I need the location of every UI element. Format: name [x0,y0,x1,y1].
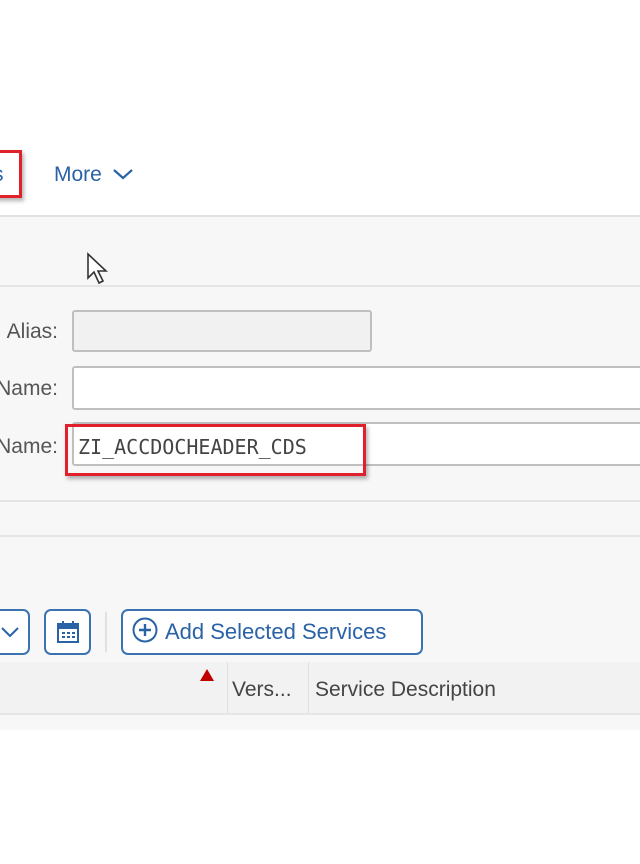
name-label: Name: [0,377,58,400]
add-circle-icon [131,616,159,649]
dropdown-button[interactable] [0,609,30,655]
toolbar-separator [105,612,107,652]
highlighted-button[interactable]: s [0,150,22,198]
divider [0,500,640,502]
chevron-down-icon [0,625,20,644]
column-header-service[interactable] [0,662,227,713]
sort-ascending-icon [200,668,214,686]
more-label: More [54,163,102,186]
divider [0,535,640,537]
technical-name-label: Name: [0,435,58,458]
chevron-down-icon [112,163,134,187]
add-selected-services-button[interactable]: Add Selected Services [121,609,423,655]
column-header-version[interactable]: Vers... [232,678,292,702]
button-label: s [0,163,4,187]
mouse-cursor-icon [85,252,111,293]
technical-name-highlight: ZI_ACCDOCHEADER_CDS [65,424,366,476]
add-selected-label: Add Selected Services [165,619,387,644]
column-header-service-description[interactable]: Service Description [315,678,496,702]
table-header: Vers... Service Description [0,662,640,715]
alias-input [72,310,372,352]
column-divider [308,662,309,713]
column-divider [227,662,228,713]
calendar-icon [57,620,79,649]
name-input[interactable] [72,366,640,410]
more-menu-button[interactable]: More [54,161,134,189]
table-settings-button[interactable] [44,609,91,655]
alias-label: Alias: [6,320,58,343]
